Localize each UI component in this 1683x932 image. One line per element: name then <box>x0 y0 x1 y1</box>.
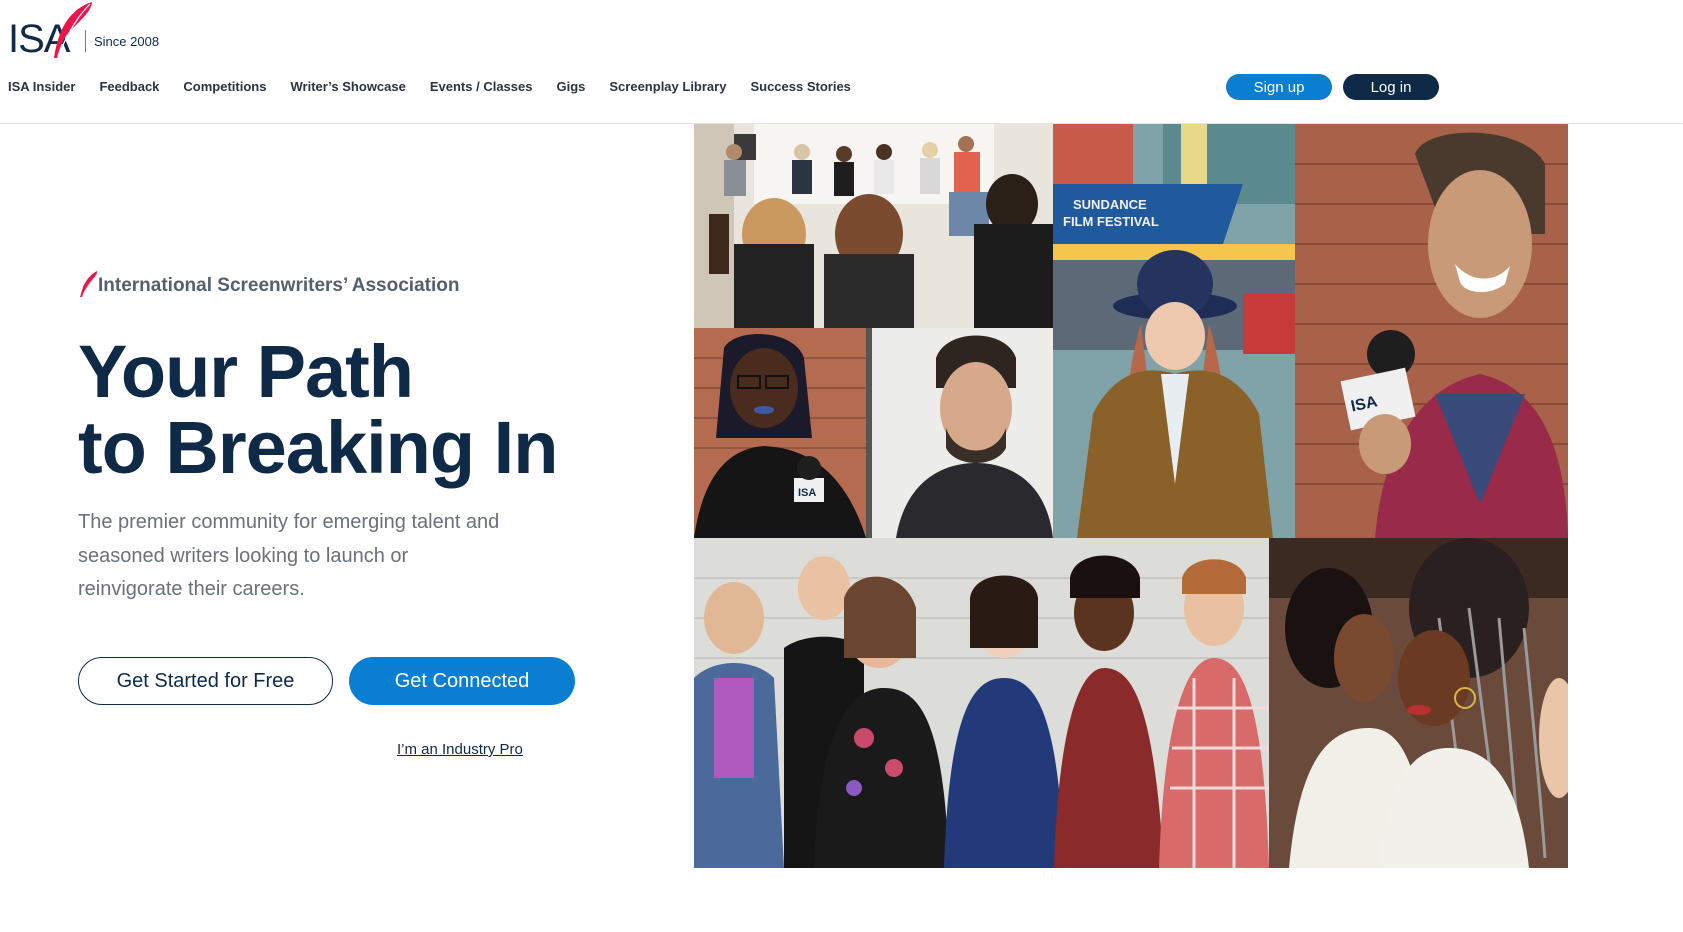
industry-pro-link[interactable]: I’m an Industry Pro <box>397 741 523 758</box>
login-button[interactable]: Log in <box>1343 74 1439 100</box>
photo-collage: SUNDANCE FILM FESTIVAL ISA ISA <box>694 124 1568 868</box>
quill-icon <box>54 2 92 58</box>
isa-logo[interactable]: ISA Since 2008 <box>8 0 168 62</box>
nav-item-success-stories[interactable]: Success Stories <box>750 79 850 94</box>
signup-button[interactable]: Sign up <box>1226 74 1332 100</box>
hero-headline: Your Path to Breaking In <box>78 330 558 489</box>
logo-divider <box>85 30 86 52</box>
main-nav: ISA Insider Feedback Competitions Writer… <box>8 79 875 94</box>
interviewee-microphone-photo: ISA <box>694 328 866 538</box>
smiling-man-photo <box>866 328 1053 538</box>
org-name: International Screenwriters’ Association <box>98 275 460 296</box>
nav-item-screenplay-library[interactable]: Screenplay Library <box>609 79 726 94</box>
get-started-button[interactable]: Get Started for Free <box>78 657 333 705</box>
hero-subtext: The premier community for emerging talen… <box>78 511 500 600</box>
sundance-festival-photo: SUNDANCE FILM FESTIVAL <box>1053 124 1295 538</box>
site-header: ISA Since 2008 ISA Insider Feedback Comp… <box>0 0 1683 124</box>
marquee-line-2: FILM FESTIVAL <box>1063 214 1159 229</box>
get-connected-button[interactable]: Get Connected <box>349 657 575 705</box>
nav-item-isa-insider[interactable]: ISA Insider <box>8 79 75 94</box>
panel-discussion-photo <box>694 124 1053 328</box>
nav-item-writers-showcase[interactable]: Writer’s Showcase <box>290 79 405 94</box>
headline-line-2: to Breaking In <box>78 406 558 489</box>
writer-with-microphone-photo: ISA <box>1295 124 1568 538</box>
headline-line-1: Your Path <box>78 330 414 413</box>
quill-icon <box>80 271 97 297</box>
org-tagline: International Screenwriters’ Association <box>78 270 459 298</box>
audience-women-photo <box>1269 538 1568 868</box>
mic-label: ISA <box>798 487 816 499</box>
nav-item-gigs[interactable]: Gigs <box>556 79 585 94</box>
nav-item-competitions[interactable]: Competitions <box>183 79 266 94</box>
group-of-writers-photo <box>694 538 1269 868</box>
since-label: Since 2008 <box>94 34 160 49</box>
marquee-line-1: SUNDANCE <box>1073 197 1147 212</box>
nav-item-events-classes[interactable]: Events / Classes <box>430 79 533 94</box>
nav-item-feedback[interactable]: Feedback <box>99 79 159 94</box>
